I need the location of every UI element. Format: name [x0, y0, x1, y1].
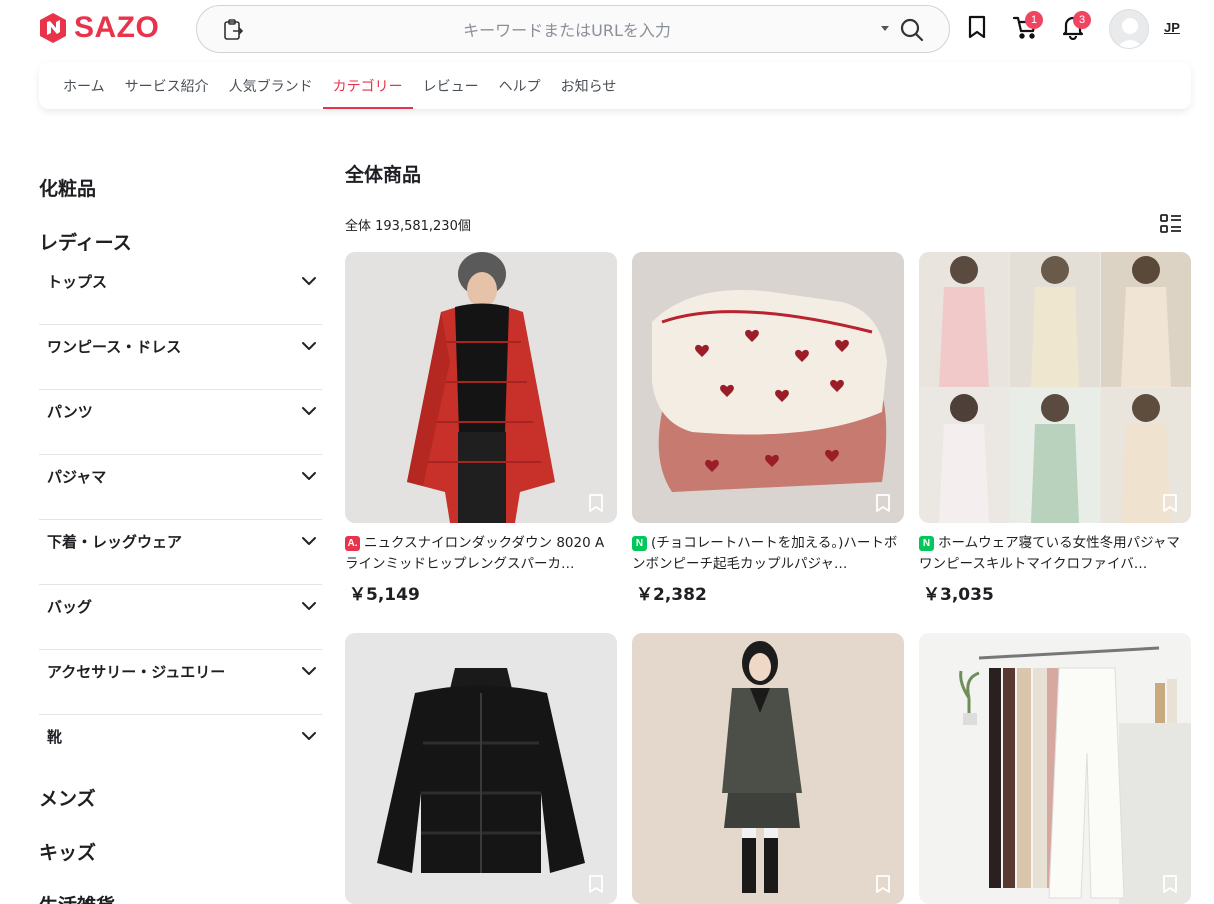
product-price: ￥2,382 — [636, 585, 707, 605]
header: SAZO 1 3 JP — [0, 0, 1214, 60]
product-card[interactable]: A. ニュクスナイロンダックダウン 8020 Aラインミッドヒップレングスパーカ…… — [345, 252, 617, 605]
clipboard-paste-icon[interactable] — [221, 18, 245, 42]
bookmark-outline-icon[interactable] — [1161, 493, 1179, 513]
grey-wool-coat-image — [632, 633, 904, 904]
sidebar-item-bags[interactable]: バッグ — [39, 585, 322, 650]
product-image-heart-pajamas[interactable] — [632, 252, 904, 523]
search-dropdown-caret-icon[interactable] — [881, 26, 889, 31]
main-nav: ホーム サービス紹介 人気ブランド カテゴリー レビュー ヘルプ お知らせ — [39, 62, 1191, 109]
product-image-black-puffer-jacket[interactable] — [345, 633, 617, 904]
logo-mark-icon — [40, 13, 66, 43]
product-title-text: ニュクスナイロンダックダウン 8020 Aラインミッドヒップレングスパーカ… — [345, 535, 605, 572]
sidebar-item-label: ワンピース・ドレス — [47, 338, 182, 356]
bookmark-outline-icon[interactable] — [587, 493, 605, 513]
chevron-down-icon — [302, 342, 316, 350]
sidebar-item-accessories[interactable]: アクセサリー・ジュエリー — [39, 650, 322, 715]
sidebar-item-label: パンツ — [47, 403, 93, 421]
search-input[interactable] — [257, 14, 877, 46]
bookmark-outline-icon[interactable] — [1161, 874, 1179, 894]
page-title: 全体商品 — [345, 164, 422, 186]
red-puffer-coat-image — [345, 252, 617, 523]
chevron-down-icon — [302, 732, 316, 740]
product-card[interactable]: N (チョコレートハートを加える。)ハートボンボンピーチ起毛カップルパジャ… ￥2… — [632, 252, 904, 605]
product-image-grey-wool-coat[interactable] — [632, 633, 904, 904]
product-price: ￥3,035 — [923, 585, 994, 605]
nav-item-service-intro[interactable]: サービス紹介 — [115, 62, 219, 109]
language-selector[interactable]: JP — [1164, 20, 1180, 35]
bookmark-outline-icon[interactable] — [874, 493, 892, 513]
sidebar-item-shoes[interactable]: 靴 — [39, 715, 322, 780]
product-image-pajama-collage[interactable] — [919, 252, 1191, 523]
category-cosmetics[interactable]: 化粧品 — [39, 174, 96, 201]
pajama-collage-image — [919, 252, 1191, 523]
sidebar-item-label: パジャマ — [47, 468, 107, 486]
chevron-down-icon — [302, 537, 316, 545]
bookmark-outline-icon[interactable] — [874, 874, 892, 894]
category-daily-goods[interactable]: 生活雑貨 — [39, 891, 115, 904]
chevron-down-icon — [302, 277, 316, 285]
product-card[interactable] — [919, 633, 1191, 904]
product-card[interactable] — [632, 633, 904, 904]
source-badge-icon: A. — [345, 536, 360, 551]
product-title: N ホームウェア寝ている女性冬用パジャマワンピースキルトマイクロファイバ… — [919, 533, 1191, 575]
bookmark-outline-icon[interactable] — [587, 874, 605, 894]
user-avatar-icon — [1116, 18, 1144, 48]
nav-item-news[interactable]: お知らせ — [551, 62, 627, 109]
sidebar-item-label: 靴 — [47, 728, 63, 746]
sidebar-item-dresses[interactable]: ワンピース・ドレス — [39, 325, 322, 390]
sidebar-item-label: バッグ — [47, 598, 93, 616]
source-badge-icon: N — [919, 536, 934, 551]
grid-view-toggle-icon[interactable] — [1160, 213, 1182, 235]
product-image-red-puffer-coat[interactable] — [345, 252, 617, 523]
white-wide-pants-image — [919, 633, 1191, 904]
sidebar-item-label: アクセサリー・ジュエリー — [47, 663, 226, 681]
nav-items: ホーム サービス紹介 人気ブランド カテゴリー レビュー ヘルプ お知らせ — [53, 62, 626, 109]
nav-item-reviews[interactable]: レビュー — [413, 62, 489, 109]
bookmark-icon[interactable] — [964, 14, 990, 40]
total-count: 全体 193,581,230個 — [345, 219, 471, 234]
sidebar-item-label: トップス — [47, 273, 108, 291]
chevron-down-icon — [302, 407, 316, 415]
nav-item-help[interactable]: ヘルプ — [489, 62, 551, 109]
sidebar-item-underwear[interactable]: 下着・レッグウェア — [39, 520, 322, 585]
sidebar-item-tops[interactable]: トップス — [39, 260, 322, 325]
logo-text: SAZO — [74, 11, 160, 44]
product-card[interactable]: N ホームウェア寝ている女性冬用パジャマワンピースキルトマイクロファイバ… ￥3,… — [919, 252, 1191, 605]
nav-item-home[interactable]: ホーム — [53, 62, 115, 109]
logo[interactable]: SAZO — [38, 12, 159, 44]
product-title: A. ニュクスナイロンダックダウン 8020 Aラインミッドヒップレングスパーカ… — [345, 533, 617, 575]
nav-item-category[interactable]: カテゴリー — [322, 62, 413, 109]
chevron-down-icon — [302, 602, 316, 610]
nav-item-popular-brands[interactable]: 人気ブランド — [219, 62, 323, 109]
cart-count-badge: 1 — [1025, 11, 1043, 29]
source-badge-icon: N — [632, 536, 647, 551]
chevron-down-icon — [302, 472, 316, 480]
sidebar-item-label: 下着・レッグウェア — [47, 533, 183, 551]
product-title: N (チョコレートハートを加える。)ハートボンボンピーチ起毛カップルパジャ… — [632, 533, 904, 575]
notification-count-badge: 3 — [1073, 11, 1091, 29]
avatar[interactable] — [1109, 9, 1149, 49]
product-card[interactable] — [345, 633, 617, 904]
chevron-down-icon — [302, 667, 316, 675]
sidebar-item-pajamas[interactable]: パジャマ — [39, 455, 322, 520]
category-ladies[interactable]: レディース — [39, 228, 132, 255]
black-puffer-jacket-image — [345, 633, 617, 904]
product-price: ￥5,149 — [349, 585, 420, 605]
search-bar — [196, 5, 950, 53]
product-title-text: ホームウェア寝ている女性冬用パジャマワンピースキルトマイクロファイバ… — [919, 535, 1180, 572]
product-title-text: (チョコレートハートを加える。)ハートボンボンピーチ起毛カップルパジャ… — [632, 535, 898, 572]
product-image-white-wide-pants[interactable] — [919, 633, 1191, 904]
search-icon[interactable] — [899, 17, 925, 43]
category-kids[interactable]: キッズ — [39, 838, 96, 865]
category-mens[interactable]: メンズ — [39, 784, 96, 811]
sidebar-item-pants[interactable]: パンツ — [39, 390, 322, 455]
heart-pajamas-image — [632, 252, 904, 523]
